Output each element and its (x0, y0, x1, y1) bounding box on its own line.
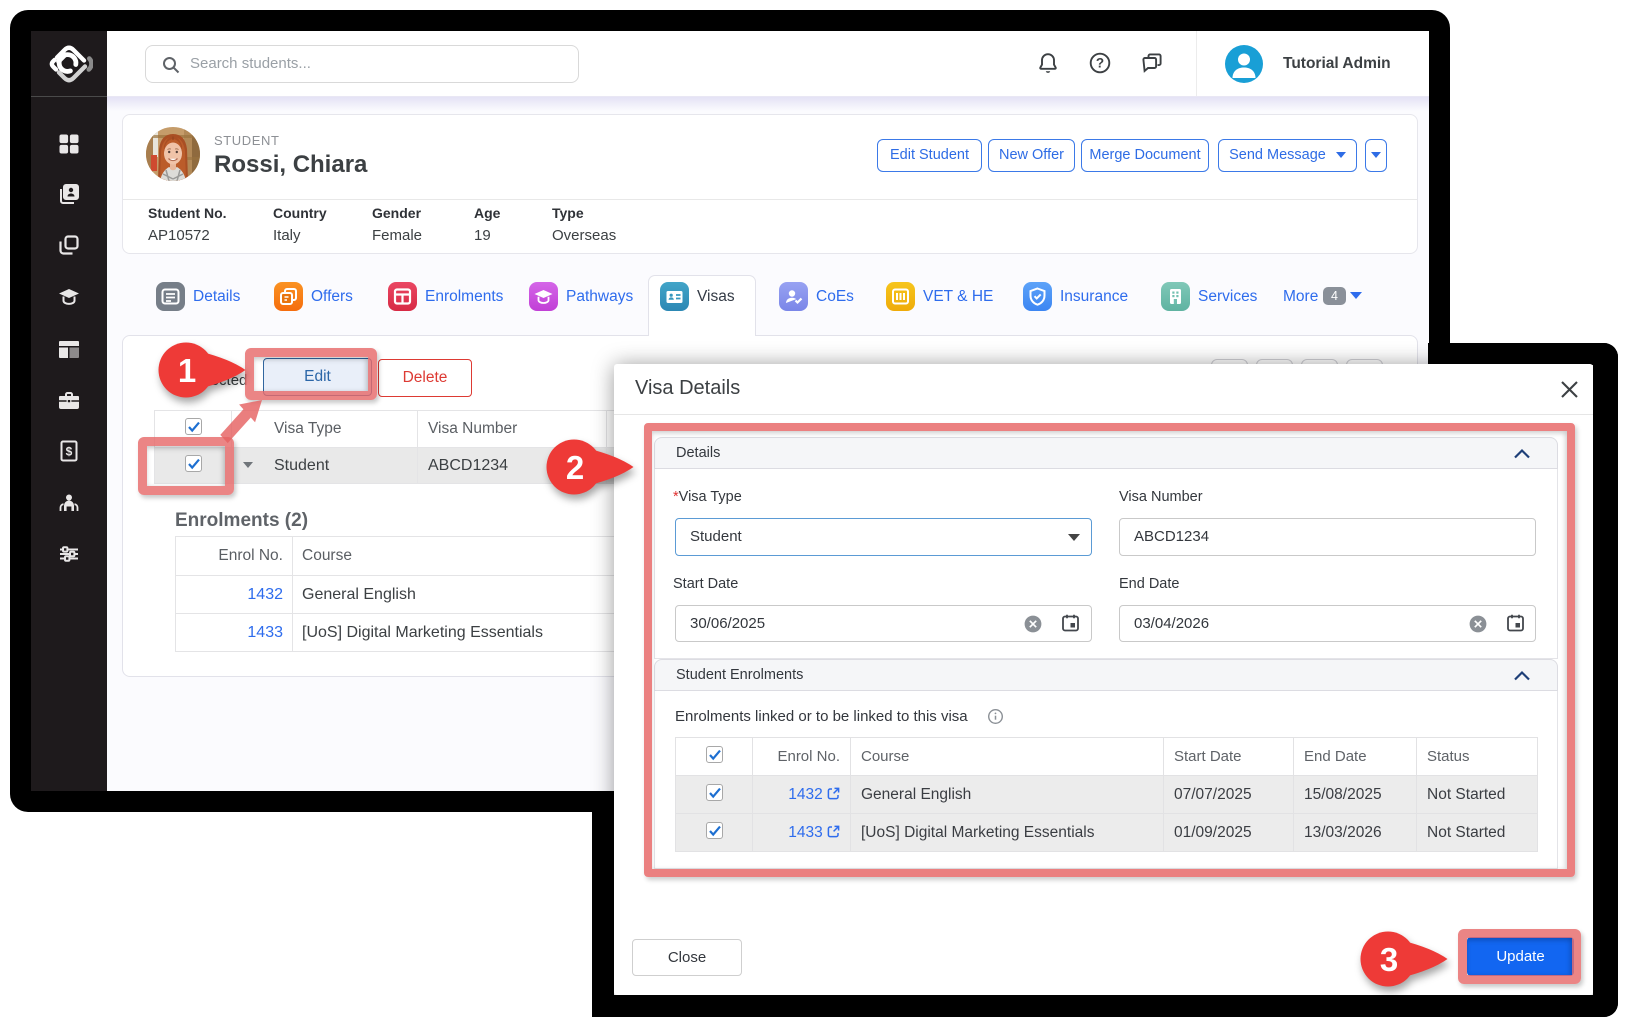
svg-text:1: 1 (178, 352, 196, 389)
svg-text:$: $ (66, 445, 73, 459)
svg-text:2: 2 (566, 449, 584, 486)
svg-text:3: 3 (1380, 941, 1398, 978)
svg-text:?: ? (1096, 56, 1104, 71)
